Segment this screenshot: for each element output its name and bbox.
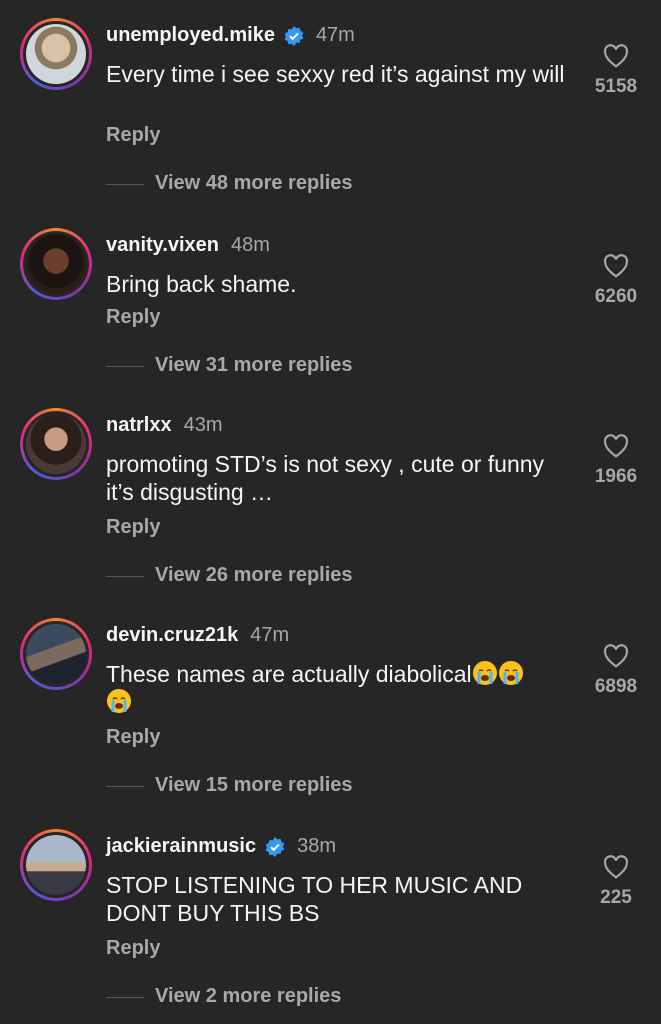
comment-item: jackierainmusic 38m STOP LISTENING TO HE…	[0, 829, 661, 1024]
timestamp: 43m	[183, 414, 223, 436]
avatar[interactable]	[20, 18, 92, 90]
verified-badge-icon	[284, 25, 304, 46]
like-area[interactable]: 225	[588, 855, 644, 909]
username[interactable]: vanity.vixen	[106, 234, 219, 257]
comment-text: promoting STD’s is not sexy , cute or fu…	[106, 451, 545, 505]
avatar[interactable]	[20, 228, 92, 300]
avatar[interactable]	[20, 829, 92, 901]
comment-text: These names are actually diabolical	[106, 660, 576, 716]
comment-item: vanity.vixen 48m Bring back shame. Reply…	[0, 228, 661, 418]
reply-button[interactable]: Reply	[106, 726, 160, 749]
heart-icon[interactable]	[603, 644, 629, 668]
heart-icon[interactable]	[603, 254, 629, 278]
divider	[106, 576, 144, 577]
comment-item: natrlxx 43m promoting STD’s is not sexy …	[0, 408, 661, 608]
verified-badge-icon	[265, 836, 285, 857]
divider	[106, 366, 144, 367]
like-area[interactable]: 5158	[588, 44, 644, 98]
view-more-replies-button[interactable]: View 26 more replies	[155, 564, 353, 587]
divider	[106, 997, 144, 998]
username[interactable]: unemployed.mike	[106, 24, 275, 47]
like-count: 225	[600, 887, 632, 908]
timestamp: 47m	[315, 24, 355, 46]
view-more-replies-button[interactable]: View 48 more replies	[155, 172, 353, 195]
reply-button[interactable]: Reply	[106, 937, 160, 960]
like-count: 5158	[594, 76, 638, 97]
username[interactable]: natrlxx	[106, 414, 172, 437]
loudly-crying-face-icon	[498, 661, 523, 685]
comment-item: unemployed.mike 47m Every time i see sex…	[0, 18, 661, 218]
reply-button[interactable]: Reply	[106, 306, 160, 329]
like-area[interactable]: 6898	[588, 644, 644, 698]
reply-button[interactable]: Reply	[106, 124, 160, 147]
loudly-crying-face-icon	[107, 689, 131, 713]
comment-text: STOP LISTENING TO HER MUSIC AND DONT BUY…	[106, 872, 523, 926]
divider	[106, 786, 144, 787]
like-count: 6260	[594, 286, 638, 307]
comment-item: devin.cruz21k 47m These names are actual…	[0, 618, 661, 818]
divider	[106, 184, 144, 185]
avatar[interactable]	[20, 408, 92, 480]
like-count: 1966	[594, 466, 638, 487]
avatar[interactable]	[20, 618, 92, 690]
comment-text: Every time i see sexxy red it’s against …	[106, 61, 565, 87]
heart-icon[interactable]	[603, 44, 629, 68]
timestamp: 38m	[297, 835, 336, 857]
view-more-replies-button[interactable]: View 15 more replies	[155, 774, 353, 797]
username[interactable]: devin.cruz21k	[106, 624, 238, 647]
reply-button[interactable]: Reply	[106, 516, 160, 539]
timestamp: 48m	[231, 234, 270, 256]
like-area[interactable]: 6260	[588, 254, 644, 308]
like-count: 6898	[594, 676, 638, 697]
view-more-replies-button[interactable]: View 31 more replies	[155, 354, 353, 377]
like-area[interactable]: 1966	[588, 434, 644, 488]
view-more-replies-button[interactable]: View 2 more replies	[155, 985, 341, 1008]
timestamp: 47m	[250, 624, 290, 646]
heart-icon[interactable]	[603, 855, 629, 879]
loudly-crying-face-icon	[472, 661, 497, 685]
username[interactable]: jackierainmusic	[106, 835, 256, 858]
heart-icon[interactable]	[603, 434, 629, 458]
comment-text: Bring back shame.	[106, 271, 297, 297]
